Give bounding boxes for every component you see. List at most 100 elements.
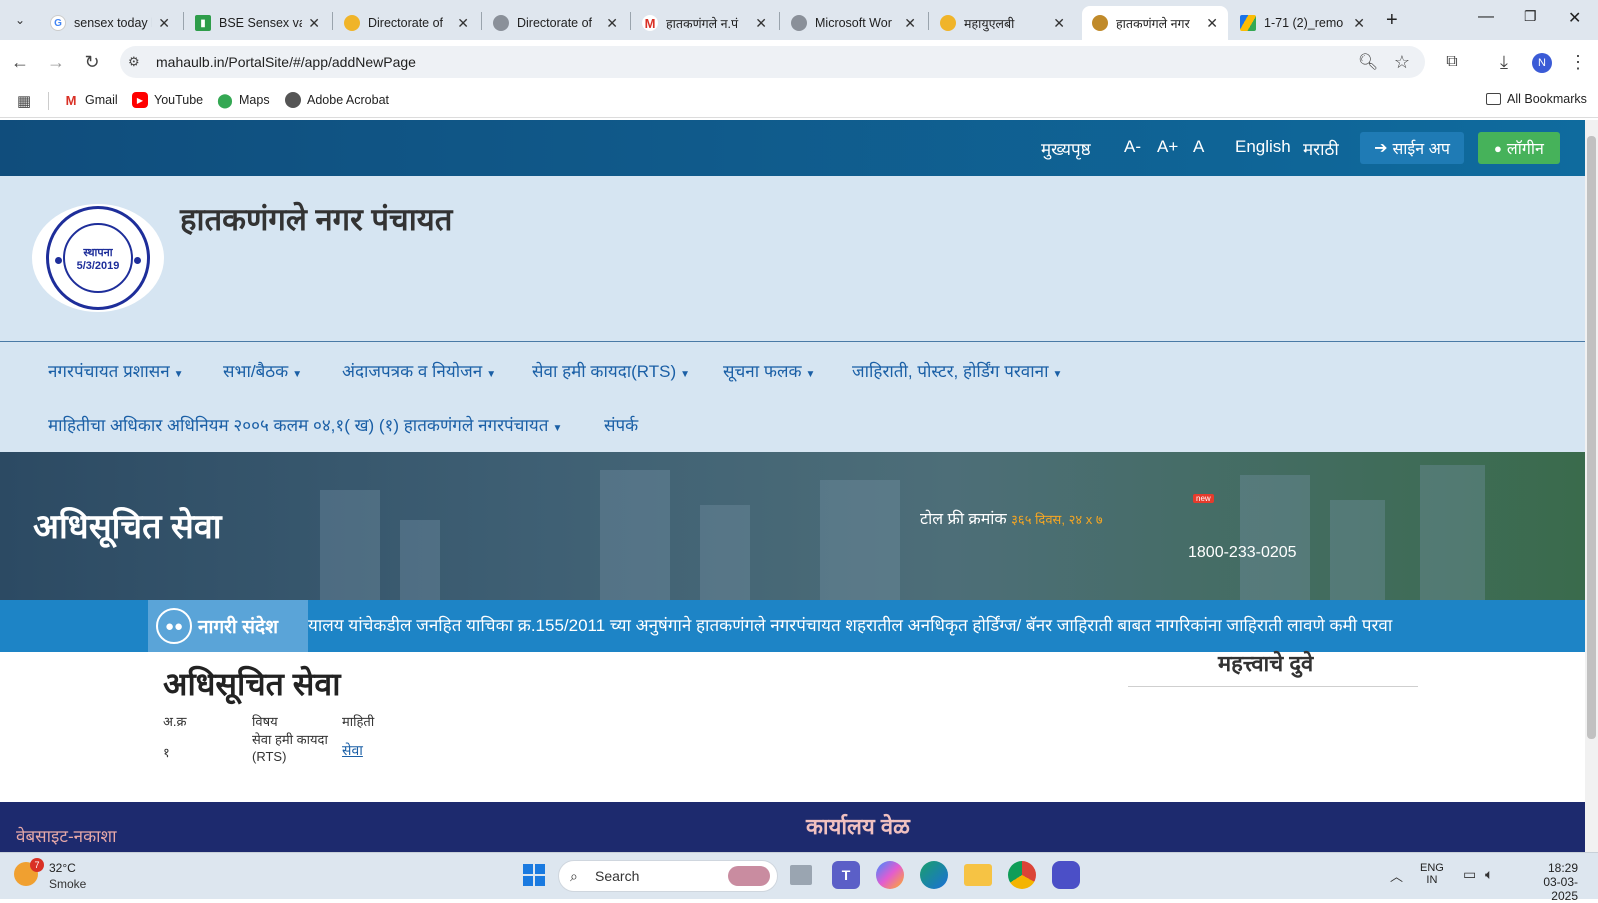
- caret-down-icon: ▼: [486, 369, 497, 380]
- chrome-icon[interactable]: [1008, 861, 1036, 889]
- menu-item-budget[interactable]: अंदाजपत्रक व नियोजन ▼: [342, 359, 496, 382]
- close-tab-icon[interactable]: ✕: [308, 15, 320, 32]
- search-icon: ⌕: [570, 868, 578, 884]
- scrollbar-thumb[interactable]: [1587, 136, 1596, 739]
- url-text[interactable]: mahaulb.in/PortalSite/#/app/addNewPage: [156, 54, 416, 70]
- office-hours-title: कार्यालय वेळ: [806, 814, 910, 839]
- file-explorer-icon[interactable]: [964, 864, 992, 886]
- clock[interactable]: 18:29 03-03-2025: [1522, 861, 1578, 903]
- extensions-icon[interactable]: ⧉: [1440, 50, 1464, 74]
- windows-start-icon[interactable]: [520, 861, 548, 889]
- globe-icon: [285, 92, 301, 108]
- site-top-bar: [0, 120, 1585, 176]
- marathi-language-link[interactable]: मराठी: [1303, 137, 1339, 160]
- all-bookmarks[interactable]: All Bookmarks: [1486, 92, 1587, 106]
- browser-tab[interactable]: Microsoft Wor ✕: [781, 6, 926, 40]
- home-link[interactable]: मुख्यपृष्ठ: [1041, 137, 1091, 160]
- edge-icon[interactable]: [920, 861, 948, 889]
- weather-desc: Smoke: [49, 877, 87, 891]
- bookmark-star-icon[interactable]: ☆: [1390, 50, 1414, 74]
- restore-button[interactable]: ❐: [1524, 8, 1537, 25]
- chevron-up-icon[interactable]: ︿: [1390, 866, 1403, 885]
- bookmark-gmail[interactable]: M Gmail: [63, 92, 118, 108]
- page-title: अधिसूचित सेवा: [163, 666, 341, 702]
- menu-item-administration[interactable]: नगरपंचायत प्रशासन ▼: [48, 359, 184, 382]
- site-icon: [1092, 15, 1108, 31]
- divider: [1128, 686, 1418, 687]
- browser-tab[interactable]: महायुएलबी ✕: [930, 6, 1075, 40]
- ticker-text[interactable]: यालय यांचेकडील जनहित याचिका क्र.155/2011…: [308, 613, 1392, 636]
- browser-tab[interactable]: Directorate of ✕: [334, 6, 479, 40]
- font-increase-button[interactable]: A+: [1157, 137, 1178, 157]
- search-highlight-image: [728, 866, 770, 886]
- gmail-icon: M: [65, 92, 77, 108]
- bookmark-maps[interactable]: ⬤ Maps: [217, 91, 269, 108]
- close-tab-icon[interactable]: ✕: [158, 15, 170, 32]
- browser-tab[interactable]: G sensex today li ✕: [40, 6, 180, 40]
- table-header-subject: विषय: [252, 714, 278, 729]
- menu-item-advertising[interactable]: जाहिराती, पोस्टर, होर्डिंग परवाना ▼: [852, 359, 1062, 382]
- new-tab-button[interactable]: +: [1386, 9, 1398, 32]
- close-tab-icon[interactable]: ✕: [755, 15, 767, 32]
- users-icon: ●●: [156, 608, 192, 644]
- tab-search-icon[interactable]: ⌄: [10, 10, 30, 30]
- login-button[interactable]: ● लॉगीन: [1478, 132, 1560, 164]
- english-language-link[interactable]: English: [1235, 137, 1291, 157]
- important-links-title: महत्त्वाचे दुवे: [1218, 651, 1314, 676]
- browser-tab[interactable]: Directorate of ✕: [483, 6, 628, 40]
- browser-tab[interactable]: ▮ BSE Sensex val ✕: [185, 6, 330, 40]
- site-info-icon[interactable]: ⚙: [128, 54, 140, 70]
- maps-pin-icon: ⬤: [217, 91, 233, 108]
- close-tab-icon[interactable]: ✕: [1353, 15, 1365, 32]
- close-window-button[interactable]: ✕: [1568, 8, 1581, 28]
- apps-grid-icon[interactable]: ▦: [17, 92, 31, 110]
- font-decrease-button[interactable]: A-: [1124, 137, 1141, 157]
- bookmark-youtube[interactable]: ▶ YouTube: [132, 92, 203, 108]
- sign-in-icon: ➔: [1374, 140, 1388, 157]
- browser-tab[interactable]: 1-71 (2)_remo ✕: [1230, 6, 1375, 40]
- bookmark-adobe-acrobat[interactable]: Adobe Acrobat: [285, 92, 389, 108]
- close-tab-icon[interactable]: ✕: [1206, 15, 1218, 32]
- close-tab-icon[interactable]: ✕: [606, 15, 618, 32]
- browser-tab[interactable]: M हातकणंगले न.पं ✕: [632, 6, 777, 40]
- ticker-label: ●● नागरी संदेश: [148, 600, 308, 652]
- menu-item-rts[interactable]: सेवा हमी कायदा(RTS) ▼: [532, 359, 690, 382]
- close-tab-icon[interactable]: ✕: [904, 15, 916, 32]
- zoom-icon[interactable]: 🔍︎: [1356, 50, 1380, 74]
- back-icon[interactable]: ←: [8, 50, 32, 74]
- signup-button[interactable]: ➔ साईन अप: [1360, 132, 1464, 164]
- download-icon[interactable]: ⤓: [1492, 50, 1516, 74]
- reload-icon[interactable]: ↻: [80, 50, 104, 74]
- network-icon[interactable]: ▭: [1463, 866, 1476, 883]
- seva-link[interactable]: सेवा: [342, 741, 363, 760]
- browser-tab-active[interactable]: हातकणंगले नगर ✕: [1082, 6, 1228, 40]
- org-title: हातकणंगले नगर पंचायत: [180, 202, 453, 237]
- volume-icon[interactable]: 🔈︎: [1485, 866, 1493, 883]
- menu-item-notice-board[interactable]: सूचना फलक ▼: [723, 359, 815, 382]
- toll-free-label: टोल फ्री क्रमांक ३६५ दिवस, २४ x ७: [920, 511, 1103, 528]
- forward-icon[interactable]: →: [44, 50, 68, 74]
- menu-item-contact[interactable]: संपर्क: [604, 413, 638, 436]
- task-view-icon[interactable]: [790, 865, 812, 885]
- teams-icon[interactable]: T: [832, 861, 860, 889]
- user-icon: ●: [1494, 140, 1502, 156]
- sitemap-link[interactable]: वेबसाइट-नकाशा: [16, 824, 117, 847]
- table-header-no: अ.क्र: [163, 714, 187, 729]
- menu-item-meetings[interactable]: सभा/बैठक ▼: [223, 359, 302, 382]
- caret-down-icon: ▼: [680, 369, 691, 380]
- app-icon[interactable]: [1052, 861, 1080, 889]
- copilot-icon[interactable]: [876, 861, 904, 889]
- menu-item-rti[interactable]: माहितीचा अधिकार अधिनियम २००५ कलम ०४,१( ख…: [48, 413, 562, 436]
- font-reset-button[interactable]: A: [1193, 137, 1204, 157]
- table-cell-subject: सेवा हमी कायदा (RTS): [252, 732, 328, 764]
- profile-avatar[interactable]: N: [1532, 53, 1552, 73]
- minimize-button[interactable]: —: [1478, 8, 1494, 26]
- caret-down-icon: ▼: [1052, 369, 1063, 380]
- language-indicator[interactable]: ENG IN: [1420, 862, 1444, 886]
- close-tab-icon[interactable]: ✕: [457, 15, 469, 32]
- caret-down-icon: ▼: [292, 369, 303, 380]
- close-tab-icon[interactable]: ✕: [1053, 15, 1065, 32]
- menu-kebab-icon[interactable]: ⋮: [1566, 50, 1590, 74]
- caret-down-icon: ▼: [805, 369, 816, 380]
- org-logo[interactable]: स्थापना 5/3/2019: [32, 204, 164, 312]
